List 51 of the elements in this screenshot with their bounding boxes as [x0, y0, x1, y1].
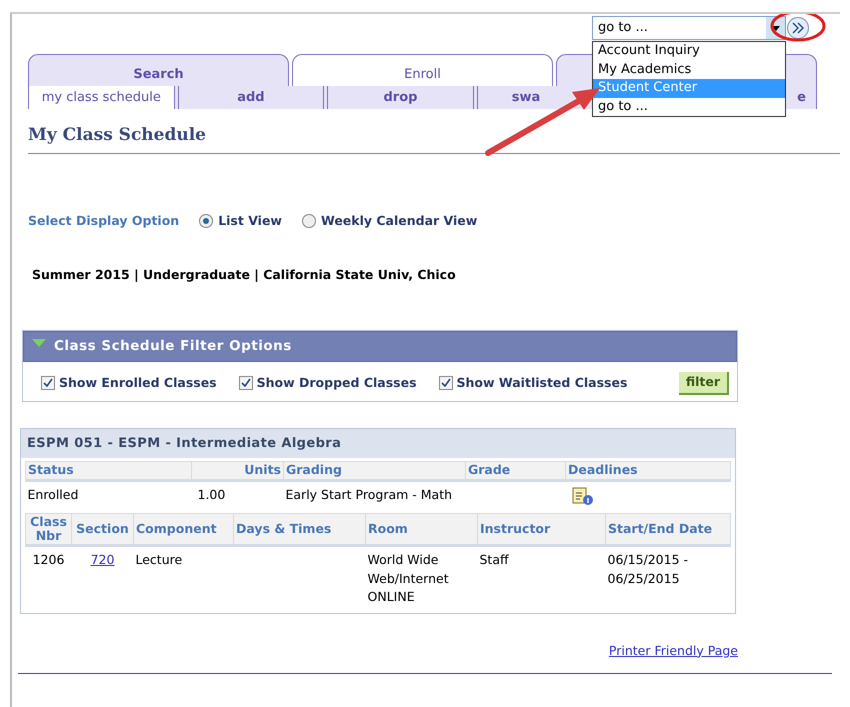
column-header: Section — [72, 513, 134, 546]
dropdown-arrow-icon[interactable] — [772, 26, 780, 30]
go-button[interactable] — [787, 17, 809, 39]
table-cell: World Wide Web/Internet ONLINE — [368, 552, 449, 604]
table-cell: Early Start Program - Math — [284, 480, 466, 510]
column-header: Days & Times — [234, 513, 366, 546]
section-link[interactable]: 720 — [90, 552, 114, 568]
dropdown-option[interactable]: My Academics — [593, 60, 785, 79]
radio-button[interactable] — [199, 214, 214, 228]
goto-select[interactable]: go to ... — [592, 16, 786, 40]
filter-header[interactable]: Class Schedule Filter Options — [23, 331, 737, 362]
column-header: Units — [192, 462, 284, 480]
table-cell: Enrolled — [26, 480, 192, 510]
column-header: Class Nbr — [26, 513, 72, 546]
filter-title: Class Schedule Filter Options — [54, 337, 292, 356]
filter-button[interactable]: filter — [678, 372, 729, 395]
radio-label: Weekly Calendar View — [320, 212, 478, 230]
page-title: My Class Schedule — [28, 124, 208, 147]
double-chevron-icon — [791, 22, 805, 34]
table-cell: Lecture — [136, 552, 182, 568]
checkbox-label: Show Waitlisted Classes — [456, 374, 628, 392]
table-cell: 1.00 — [192, 480, 284, 510]
printer-friendly-link[interactable]: Printer Friendly Page — [608, 642, 738, 660]
radio-label: List View — [218, 212, 282, 230]
column-header: Instructor — [478, 513, 606, 546]
radio-button[interactable] — [302, 214, 316, 228]
subtab[interactable]: add — [178, 86, 324, 109]
column-header: Room — [366, 513, 478, 546]
subtab[interactable]: my class schedule — [28, 86, 175, 109]
table-cell: Staff — [480, 552, 509, 568]
column-header: Component — [134, 513, 234, 546]
tab[interactable]: Enroll — [292, 54, 553, 86]
checkbox[interactable] — [438, 376, 453, 390]
checkbox-label: Show Enrolled Classes — [59, 374, 217, 392]
class-title: ESPM 051 - ESPM - Intermediate Algebra — [21, 428, 735, 458]
calendar-info-icon[interactable] — [572, 486, 594, 506]
column-header: Grade — [466, 462, 566, 480]
checkbox-label: Show Dropped Classes — [256, 374, 417, 392]
subtab[interactable]: drop — [327, 86, 474, 109]
column-header: Grading — [284, 462, 466, 480]
tab[interactable]: Search — [28, 54, 289, 86]
checkbox[interactable] — [238, 376, 253, 390]
checkbox[interactable] — [41, 376, 55, 390]
column-header: Deadlines — [566, 462, 730, 480]
column-header: Status — [26, 462, 192, 480]
dropdown-option[interactable]: Account Inquiry — [593, 42, 785, 60]
display-option-label: Select Display Option — [28, 212, 180, 230]
table-cell: 1206 — [32, 552, 64, 568]
term-info: Summer 2015 | Undergraduate | California State Univ, Chico — [32, 266, 457, 284]
table-cell: 06/15/2015 - 06/25/2015 — [608, 552, 688, 586]
column-header: Start/End Date — [606, 513, 730, 546]
